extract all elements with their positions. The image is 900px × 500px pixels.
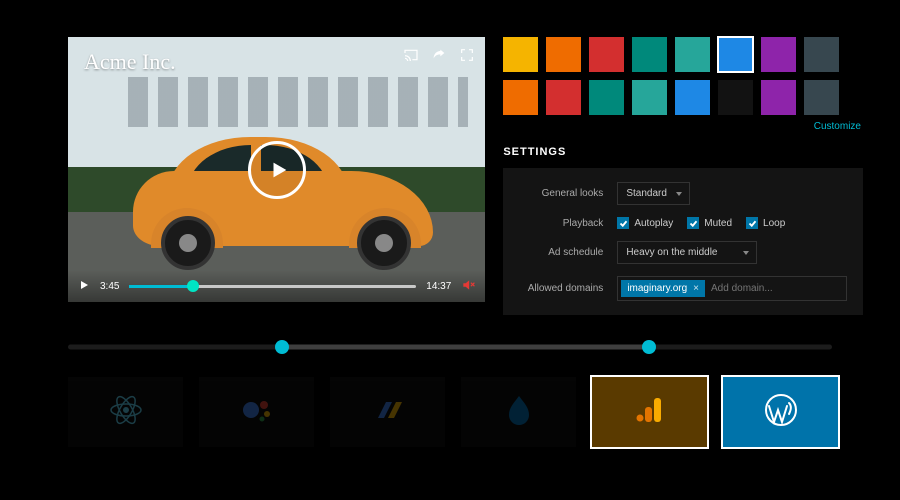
color-swatch[interactable] xyxy=(718,37,753,72)
range-slider[interactable] xyxy=(68,337,832,357)
remove-domain-icon[interactable]: × xyxy=(693,283,699,294)
current-time: 3:45 xyxy=(100,281,119,292)
general-looks-select[interactable]: Standard xyxy=(617,182,690,205)
play-button[interactable] xyxy=(248,141,306,199)
integration-card-adsense[interactable] xyxy=(330,377,445,447)
video-player[interactable]: Acme Inc. 3:45 14:37 xyxy=(68,37,485,302)
color-swatch[interactable] xyxy=(804,80,839,115)
checkbox-label: Muted xyxy=(704,218,732,229)
wordpress-icon xyxy=(761,390,801,435)
settings-title: SETTINGS xyxy=(503,146,863,158)
progress-bar[interactable] xyxy=(129,285,416,288)
google-analytics-icon xyxy=(630,390,670,435)
add-domain-input[interactable] xyxy=(711,283,843,294)
range-knob-left[interactable] xyxy=(275,340,289,354)
integration-card-google-assistant[interactable] xyxy=(199,377,314,447)
checkbox-label: Loop xyxy=(763,218,785,229)
color-palette xyxy=(503,37,863,115)
duration: 14:37 xyxy=(426,281,451,292)
ad-schedule-select[interactable]: Heavy on the middle xyxy=(617,241,757,264)
checkbox-loop[interactable]: Loop xyxy=(746,217,785,229)
color-swatch[interactable] xyxy=(675,80,710,115)
color-swatch[interactable] xyxy=(632,37,667,72)
react-icon xyxy=(106,390,146,435)
drupal-icon xyxy=(499,390,539,435)
cast-icon[interactable] xyxy=(403,47,419,63)
player-controls: 3:45 14:37 xyxy=(68,270,485,302)
range-knob-right[interactable] xyxy=(642,340,656,354)
ad-schedule-label: Ad schedule xyxy=(519,247,617,258)
color-swatch[interactable] xyxy=(632,80,667,115)
integration-card-google-analytics[interactable] xyxy=(592,377,707,447)
google-assistant-icon xyxy=(237,390,277,435)
color-swatch[interactable] xyxy=(675,37,710,72)
adsense-icon xyxy=(368,390,408,435)
integration-card-react[interactable] xyxy=(68,377,183,447)
color-swatch[interactable] xyxy=(804,37,839,72)
fullscreen-icon[interactable] xyxy=(459,47,475,63)
color-swatch[interactable] xyxy=(761,80,796,115)
play-small-icon[interactable] xyxy=(78,279,90,294)
color-swatch[interactable] xyxy=(761,37,796,72)
share-icon[interactable] xyxy=(431,47,447,63)
color-swatch[interactable] xyxy=(503,37,538,72)
integration-card-wordpress[interactable] xyxy=(723,377,838,447)
integration-card-row xyxy=(0,357,900,447)
color-swatch[interactable] xyxy=(503,80,538,115)
general-looks-label: General looks xyxy=(519,188,617,199)
checkbox-label: Autoplay xyxy=(634,218,673,229)
checkbox-icon xyxy=(617,217,629,229)
domain-tag[interactable]: imaginary.org × xyxy=(621,280,705,297)
color-swatch[interactable] xyxy=(589,37,624,72)
checkbox-autoplay[interactable]: Autoplay xyxy=(617,217,673,229)
color-swatch[interactable] xyxy=(546,37,581,72)
settings-panel: SETTINGS General looks Standard Playback… xyxy=(503,146,863,315)
integration-card-drupal[interactable] xyxy=(461,377,576,447)
progress-knob[interactable] xyxy=(187,280,199,292)
brand-watermark: Acme Inc. xyxy=(84,49,176,75)
playback-label: Playback xyxy=(519,218,617,229)
color-swatch[interactable] xyxy=(718,80,753,115)
color-swatch[interactable] xyxy=(589,80,624,115)
allowed-domains-field[interactable]: imaginary.org × xyxy=(617,276,847,301)
color-swatch[interactable] xyxy=(546,80,581,115)
allowed-domains-label: Allowed domains xyxy=(519,283,617,294)
checkbox-icon xyxy=(746,217,758,229)
checkbox-icon xyxy=(687,217,699,229)
checkbox-muted[interactable]: Muted xyxy=(687,217,732,229)
customize-link[interactable]: Customize xyxy=(503,121,863,132)
volume-muted-icon[interactable] xyxy=(461,278,475,295)
